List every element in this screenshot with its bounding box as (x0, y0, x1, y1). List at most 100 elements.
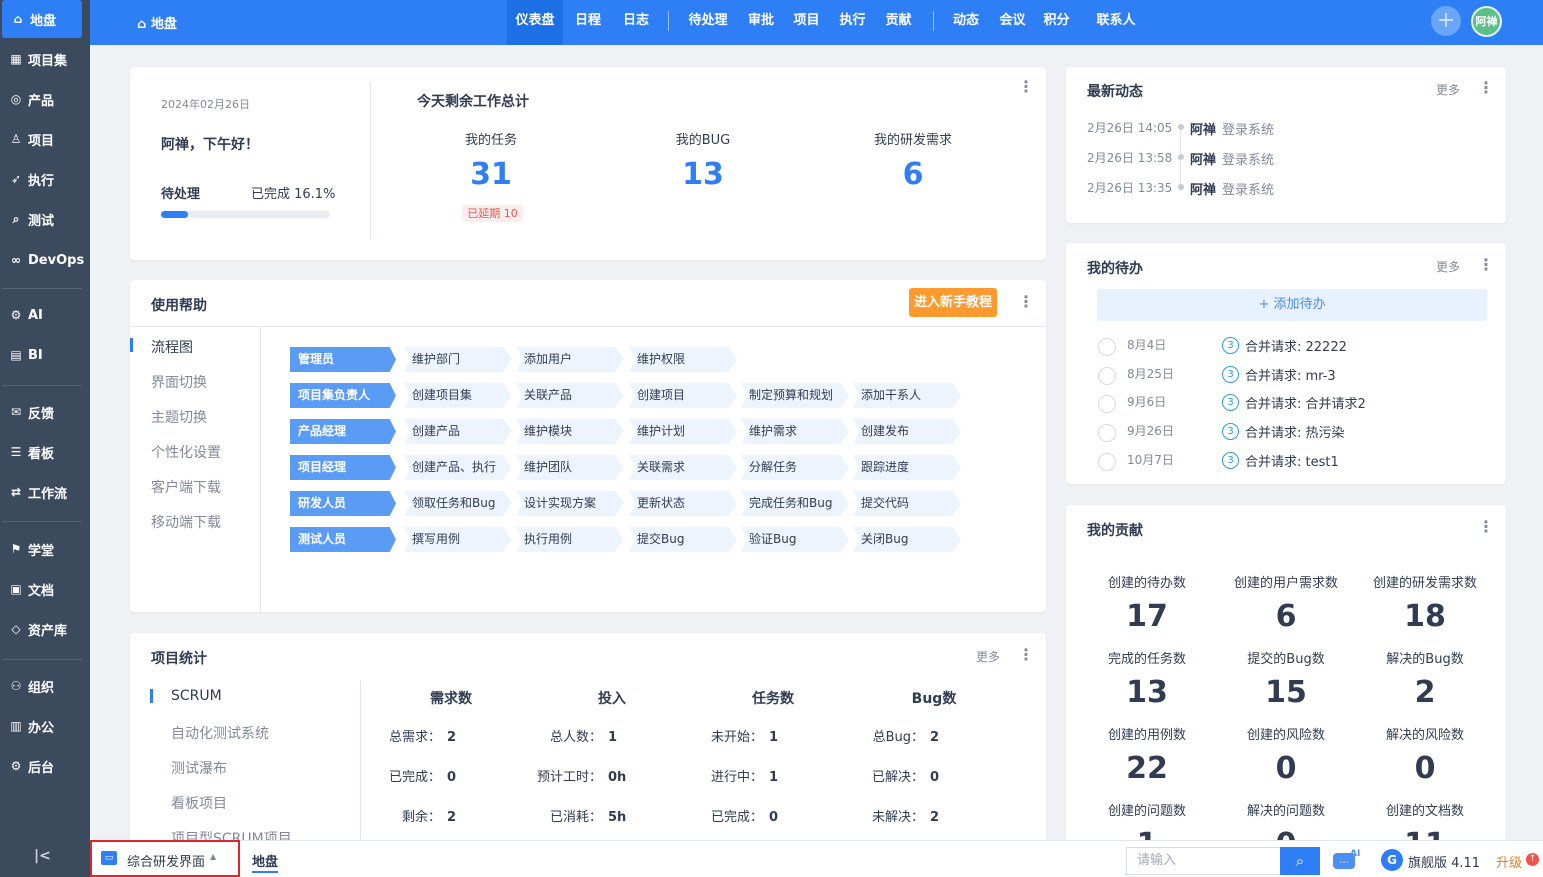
todo-title[interactable]: 合并请求: 热污染 (1245, 422, 1345, 441)
flow-step[interactable]: 制定预算和规划 (741, 383, 849, 408)
sidebar-item[interactable]: ☰ 看板 (0, 433, 90, 471)
flow-step[interactable]: 更新状态 (629, 491, 737, 516)
nav-tab[interactable]: 贡献 (876, 0, 921, 45)
breadcrumb-home[interactable]: ⌂ 地盘 (137, 13, 177, 32)
project-stats-more-icon[interactable]: ⋮ (1018, 647, 1034, 663)
nav-tab[interactable]: 日程 (566, 0, 610, 45)
project-list-item[interactable]: 自动化测试系统 (171, 723, 269, 743)
sidebar-item[interactable]: ➶ 执行 (0, 160, 90, 198)
tasks-count[interactable]: 31 (431, 157, 551, 192)
help-menu-item[interactable]: 个性化设置 (151, 442, 221, 462)
contrib-value[interactable]: 22 (1077, 751, 1217, 786)
sidebar-item[interactable]: ∞ DevOps (0, 241, 90, 279)
contrib-value[interactable]: 18 (1355, 599, 1495, 634)
project-stats-more[interactable]: 更多 (976, 648, 1000, 665)
flow-step[interactable]: 跟踪进度 (853, 455, 961, 480)
flow-step[interactable]: 创建产品、执行 (404, 455, 512, 480)
nav-tab[interactable]: 待处理 (678, 0, 738, 45)
flow-step[interactable]: 领取任务和Bug (404, 491, 512, 516)
flow-step[interactable]: 撰写用例 (404, 527, 512, 552)
flow-step[interactable]: 创建项目 (629, 383, 737, 408)
sidebar-item[interactable]: ◇ 资产库 (0, 610, 90, 648)
contrib-value[interactable]: 2 (1355, 675, 1495, 710)
feed-more[interactable]: 更多 (1436, 81, 1460, 98)
flow-step[interactable]: 创建项目集 (404, 383, 512, 408)
help-menu-item[interactable]: 移动端下载 (151, 512, 221, 532)
sidebar-item[interactable]: ⚇ 组织 (0, 667, 90, 705)
flow-step[interactable]: 设计实现方案 (516, 491, 624, 516)
contrib-value[interactable]: 0 (1355, 751, 1495, 786)
sidebar-item[interactable]: ▣ 文档 (0, 570, 90, 608)
contrib-value[interactable]: 17 (1077, 599, 1217, 634)
contrib-value[interactable]: 0 (1216, 751, 1356, 786)
contrib-value[interactable]: 15 (1216, 675, 1356, 710)
sidebar-item[interactable]: ⚙ AI (0, 296, 90, 334)
todo-checkbox[interactable] (1098, 452, 1116, 471)
flow-step[interactable]: 维护需求 (741, 419, 849, 444)
nav-tab[interactable]: 联系人 (1084, 0, 1148, 45)
flow-step[interactable]: 添加用户 (516, 347, 624, 372)
nav-tab[interactable]: 动态 (945, 0, 987, 45)
flow-step[interactable]: 添加干系人 (853, 383, 961, 408)
flow-step[interactable]: 提交Bug (629, 527, 737, 552)
flow-step[interactable]: 关联产品 (516, 383, 624, 408)
todo-more[interactable]: 更多 (1436, 258, 1460, 275)
nav-tab[interactable]: 日志 (614, 0, 658, 45)
flow-step[interactable]: 维护权限 (629, 347, 737, 372)
project-list-item[interactable]: SCRUM (171, 688, 222, 704)
contrib-more-icon[interactable]: ⋮ (1478, 519, 1494, 535)
project-list-item[interactable]: 看板项目 (171, 793, 227, 813)
flow-step[interactable]: 创建发布 (853, 419, 961, 444)
sidebar-item[interactable]: ⚙ 后台 (0, 747, 90, 785)
flow-step[interactable]: 维护部门 (404, 347, 512, 372)
help-menu-item[interactable]: 流程图 (151, 337, 193, 357)
nav-tab[interactable]: 会议 (990, 0, 1035, 45)
help-more-icon[interactable]: ⋮ (1018, 294, 1034, 310)
todo-checkbox[interactable] (1098, 366, 1116, 385)
bugs-count[interactable]: 13 (643, 157, 763, 192)
bottom-tab-home[interactable]: 地盘 (252, 851, 279, 873)
reqs-count[interactable]: 6 (853, 157, 973, 192)
todo-title[interactable]: 合并请求: 合并请求2 (1245, 393, 1366, 412)
tutorial-button[interactable]: 进入新手教程 (909, 288, 997, 317)
edition-label[interactable]: 旗舰版 4.11 (1408, 852, 1480, 871)
sidebar-item[interactable]: ◎ 产品 (0, 80, 90, 118)
sidebar-item[interactable]: ✉ 反馈 (0, 393, 90, 431)
flow-step[interactable]: 关闭Bug (853, 527, 961, 552)
nav-tab[interactable]: 审批 (740, 0, 782, 45)
flow-step[interactable]: 提交代码 (853, 491, 961, 516)
flow-step[interactable]: 完成任务和Bug (741, 491, 849, 516)
sidebar-item[interactable]: ▥ 办公 (0, 707, 90, 745)
flow-step[interactable]: 分解任务 (741, 455, 849, 480)
user-avatar[interactable]: 阿禅 (1471, 6, 1502, 37)
flow-step[interactable]: 创建产品 (404, 419, 512, 444)
contrib-value[interactable]: 0 (1216, 827, 1356, 840)
todo-checkbox[interactable] (1098, 338, 1116, 356)
help-menu-item[interactable]: 主题切换 (151, 407, 207, 427)
todo-more-icon[interactable]: ⋮ (1478, 257, 1494, 273)
contrib-value[interactable]: 11 (1355, 827, 1495, 840)
nav-tab[interactable]: 项目 (784, 0, 829, 45)
nav-tab[interactable]: 积分 (1034, 0, 1079, 45)
feed-user[interactable]: 阿禅 (1190, 119, 1216, 138)
feed-more-icon[interactable]: ⋮ (1478, 80, 1494, 96)
nav-tab[interactable]: 执行 (830, 0, 875, 45)
sidebar-item[interactable]: ⚑ 学堂 (0, 530, 90, 568)
feed-user[interactable]: 阿禅 (1190, 149, 1216, 168)
upgrade-link[interactable]: 升级 (1496, 852, 1522, 871)
flow-step[interactable]: 验证Bug (741, 527, 849, 552)
sidebar-item[interactable]: ▤ BI (0, 336, 90, 374)
todo-title[interactable]: 合并请求: 22222 (1245, 336, 1347, 355)
flow-step[interactable]: 维护模块 (516, 419, 624, 444)
feed-user[interactable]: 阿禅 (1190, 179, 1216, 198)
flow-step[interactable]: 关联需求 (629, 455, 737, 480)
sidebar-item[interactable]: ▦ 项目集 (0, 40, 90, 78)
help-menu-item[interactable]: 客户端下载 (151, 477, 221, 497)
todo-title[interactable]: 合并请求: mr-3 (1245, 365, 1336, 384)
create-plus-button[interactable]: + (1431, 6, 1461, 36)
flow-step[interactable]: 维护团队 (516, 455, 624, 480)
sidebar-item[interactable]: ⌕ 测试 (0, 200, 90, 238)
delayed-badge[interactable]: 已延期 10 (462, 205, 523, 222)
workspace-switcher[interactable]: ▭ 综合研发界面 ▲ (90, 840, 240, 877)
contrib-value[interactable]: 13 (1077, 675, 1217, 710)
